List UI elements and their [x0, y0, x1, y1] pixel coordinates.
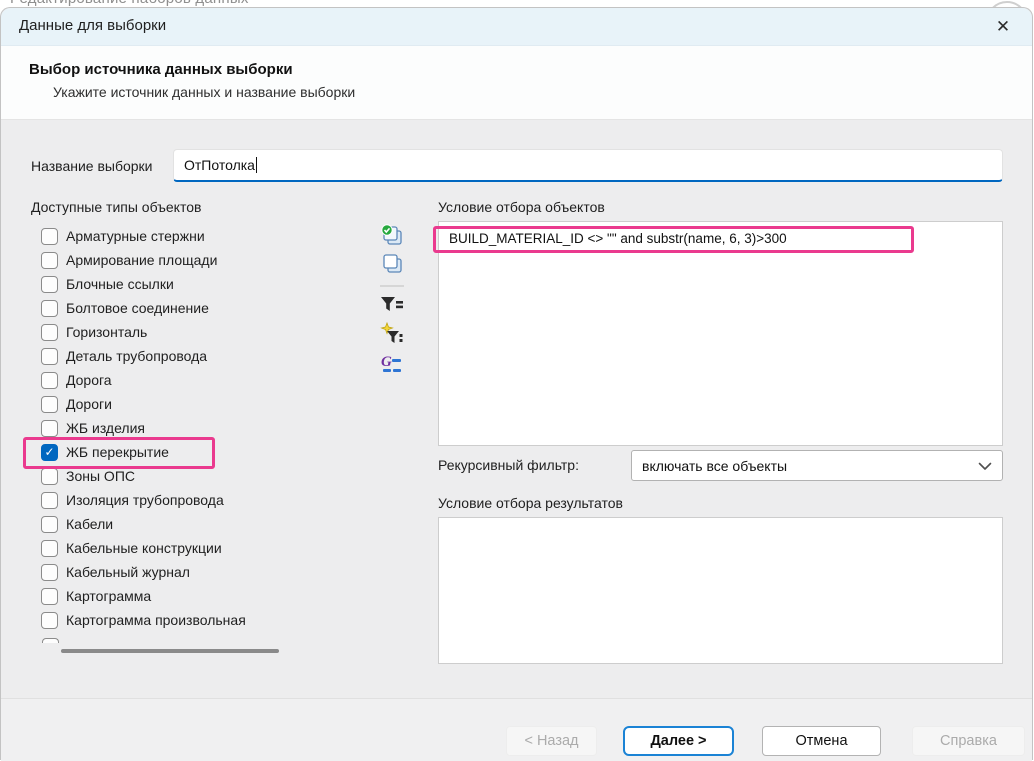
partial-checkbox [42, 638, 59, 643]
list-item[interactable]: Болтовое соединение [41, 296, 359, 320]
checkbox-unchecked[interactable] [41, 540, 58, 557]
selection-name-value: ОтПотолка [184, 157, 255, 173]
toolbar-separator [380, 285, 404, 287]
object-filter-textarea[interactable]: BUILD_MATERIAL_ID <> "" and substr(name,… [438, 221, 1003, 446]
wizard-header: Выбор источника данных выборки Укажите и… [1, 46, 1032, 120]
list-item[interactable]: Дорога [41, 368, 359, 392]
checkbox-unchecked[interactable] [41, 252, 58, 269]
dialog-titlebar: Данные для выборки ✕ [1, 8, 1032, 46]
list-item[interactable]: Горизонталь [41, 320, 359, 344]
list-item-label: Зоны ОПС [66, 468, 135, 484]
list-item-label: Арматурные стержни [66, 228, 205, 244]
object-filter-value: BUILD_MATERIAL_ID <> "" and substr(name,… [449, 231, 787, 246]
selection-name-label: Название выборки [31, 158, 153, 174]
wizard-header-subtitle: Укажите источник данных и название выбор… [53, 84, 355, 100]
group-equals-icon[interactable]: G [379, 351, 405, 377]
list-item-label: Болтовое соединение [66, 300, 209, 316]
close-icon[interactable]: ✕ [982, 8, 1024, 46]
checkbox-unchecked[interactable] [41, 300, 58, 317]
recursive-filter-value: включать все объекты [642, 458, 787, 474]
uncheck-all-icon[interactable] [379, 251, 405, 277]
object-filter-label: Условие отбора объектов [438, 199, 605, 215]
horizontal-scrollbar[interactable] [61, 649, 279, 653]
checkbox-unchecked[interactable] [41, 588, 58, 605]
list-item-label: Картограмма произвольная [66, 612, 246, 628]
dialog-footer: < Назад Далее > Отмена Справка [1, 698, 1032, 761]
list-item[interactable]: Дороги [41, 392, 359, 416]
list-item-label: ЖБ изделия [66, 420, 145, 436]
list-item-label: Армирование площади [66, 252, 217, 268]
recursive-filter-select[interactable]: включать все объекты [631, 450, 1003, 481]
back-button: < Назад [506, 726, 597, 756]
dialog-title: Данные для выборки [19, 17, 166, 34]
checkbox-unchecked[interactable] [41, 396, 58, 413]
cancel-button[interactable]: Отмена [762, 726, 881, 756]
dialog-window: Данные для выборки ✕ Выбор источника дан… [0, 7, 1033, 760]
background-window-title: Редактирование наборов данных [10, 0, 249, 7]
list-item-label: Горизонталь [66, 324, 147, 340]
list-item-label: Дороги [66, 396, 112, 412]
checkbox-unchecked[interactable] [41, 348, 58, 365]
selection-name-input[interactable]: ОтПотолка [173, 149, 1003, 182]
checkbox-unchecked[interactable] [41, 468, 58, 485]
list-item[interactable]: Зоны ОПС [41, 464, 359, 488]
list-item[interactable]: Блочные ссылки [41, 272, 359, 296]
result-filter-label: Условие отбора результатов [438, 495, 623, 511]
result-filter-textarea[interactable] [438, 517, 1003, 664]
list-item-label: Кабельный журнал [66, 564, 190, 580]
list-item-label: Изоляция трубопровода [66, 492, 224, 508]
list-item-label: Дорога [66, 372, 112, 388]
list-item-label: Кабельные конструкции [66, 540, 222, 556]
list-item-label: Кабели [66, 516, 113, 532]
svg-text:G: G [381, 354, 392, 370]
checkbox-unchecked[interactable] [41, 324, 58, 341]
checkbox-checked[interactable]: ✓ [41, 444, 58, 461]
checkbox-unchecked[interactable] [41, 420, 58, 437]
object-types-label: Доступные типы объектов [31, 199, 201, 215]
object-type-list: Арматурные стержни Армирование площади Бло… [41, 224, 359, 632]
check-all-icon[interactable] [379, 223, 405, 249]
help-button: Справка [912, 726, 1025, 756]
list-item[interactable]: Армирование площади [41, 248, 359, 272]
list-item[interactable]: Деталь трубопровода [41, 344, 359, 368]
list-item-label: ЖБ перекрытие [66, 444, 169, 460]
list-item[interactable]: Картограмма [41, 584, 359, 608]
list-item-label: Картограмма [66, 588, 151, 604]
text-caret [256, 157, 257, 173]
list-item[interactable]: Кабели [41, 512, 359, 536]
list-item-label: Блочные ссылки [66, 276, 174, 292]
list-item-label: Деталь трубопровода [66, 348, 207, 364]
list-item[interactable]: ✓ ЖБ перекрытие [41, 440, 359, 464]
checkbox-unchecked[interactable] [41, 564, 58, 581]
checkbox-unchecked[interactable] [41, 612, 58, 629]
checkbox-unchecked[interactable] [41, 276, 58, 293]
wizard-header-title: Выбор источника данных выборки [29, 61, 293, 78]
recursive-filter-label: Рекурсивный фильтр: [438, 457, 579, 473]
checkbox-unchecked[interactable] [41, 492, 58, 509]
checkbox-unchecked[interactable] [41, 372, 58, 389]
list-item[interactable]: Арматурные стержни [41, 224, 359, 248]
next-button[interactable]: Далее > [623, 726, 734, 756]
chevron-down-icon [978, 458, 992, 474]
list-item[interactable]: Кабельные конструкции [41, 536, 359, 560]
checkbox-unchecked[interactable] [41, 516, 58, 533]
filter-new-icon[interactable] [379, 321, 405, 347]
list-item[interactable]: ЖБ изделия [41, 416, 359, 440]
filter-equals-icon[interactable] [379, 293, 405, 319]
list-item[interactable]: Изоляция трубопровода [41, 488, 359, 512]
list-item[interactable]: Картограмма произвольная [41, 608, 359, 632]
list-item[interactable]: Кабельный журнал [41, 560, 359, 584]
checkbox-unchecked[interactable] [41, 228, 58, 245]
